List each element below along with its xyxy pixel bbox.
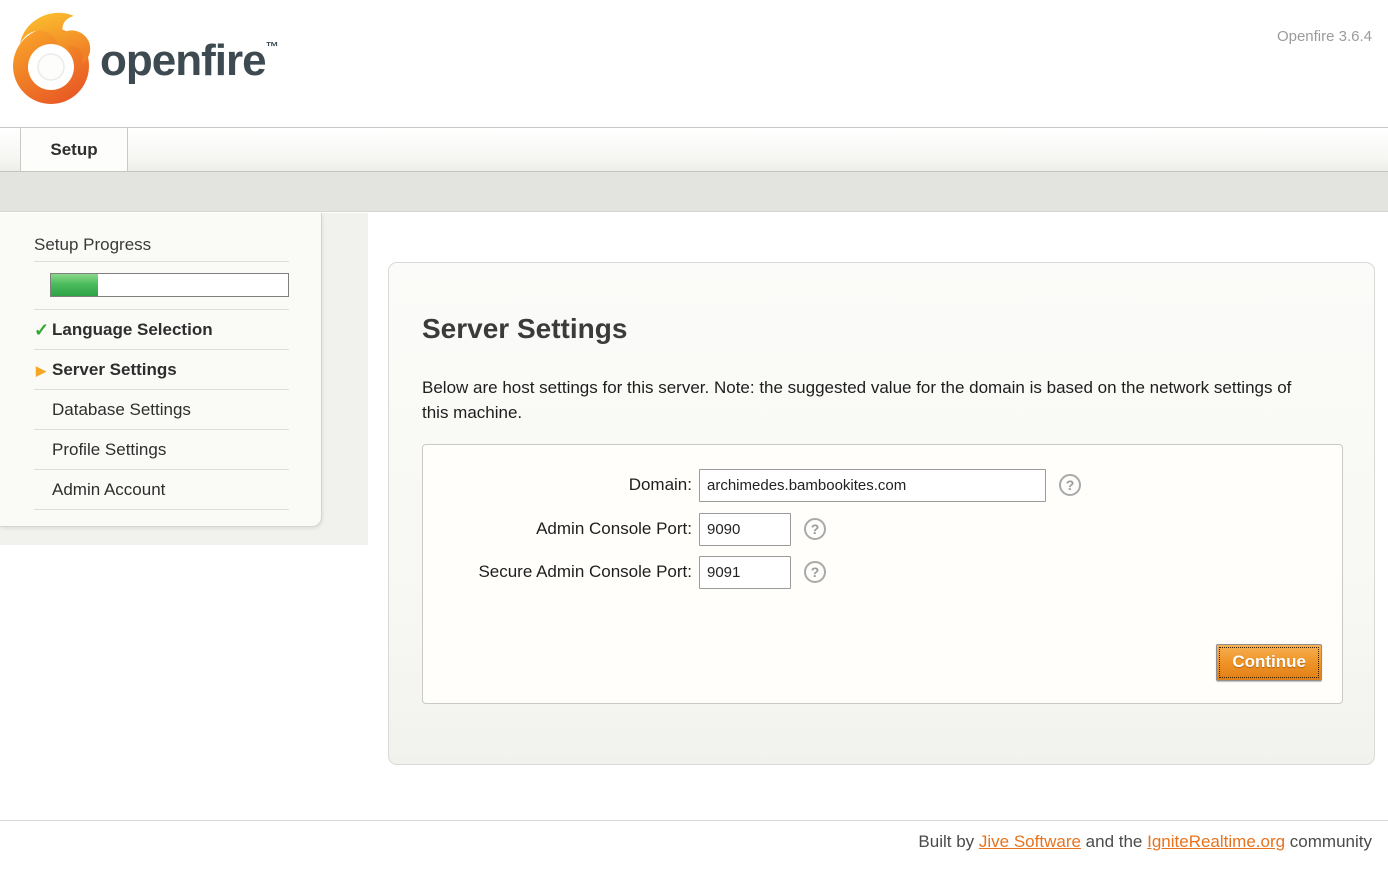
setup-steps-list: ✓ Language Selection ▶ Server Settings D… bbox=[34, 309, 289, 510]
checkmark-icon: ✓ bbox=[34, 310, 49, 350]
secure-admin-console-port-label: Secure Admin Console Port: bbox=[423, 562, 699, 582]
sidebar-item-database-settings[interactable]: Database Settings bbox=[34, 390, 289, 430]
footer-divider bbox=[0, 820, 1388, 821]
setup-progress-bar bbox=[50, 273, 289, 297]
secure-admin-console-port-input[interactable] bbox=[699, 556, 791, 589]
sidebar-item-label: Profile Settings bbox=[52, 440, 166, 459]
setup-progress-title: Setup Progress bbox=[34, 235, 289, 262]
footer-middle: and the bbox=[1081, 832, 1147, 851]
footer-credit: Built by Jive Software and the IgniteRea… bbox=[918, 832, 1372, 852]
openfire-setup-page: openfire™ Openfire 3.6.4 Setup Setup Pro… bbox=[0, 0, 1388, 876]
setup-progress-sidebar: Setup Progress ✓ Language Selection ▶ Se… bbox=[0, 213, 322, 527]
domain-help-icon[interactable]: ? bbox=[1059, 474, 1081, 496]
sidebar-item-label: Admin Account bbox=[52, 480, 165, 499]
sidebar-item-label: Database Settings bbox=[52, 400, 191, 419]
openfire-flame-logo-icon bbox=[8, 4, 100, 106]
tab-setup[interactable]: Setup bbox=[20, 128, 128, 171]
form-row-admin-console-port: Admin Console Port: ? bbox=[423, 511, 1342, 547]
continue-button-label: Continue bbox=[1219, 647, 1319, 678]
secure-admin-console-port-help-icon[interactable]: ? bbox=[804, 561, 826, 583]
admin-console-port-label: Admin Console Port: bbox=[423, 519, 699, 539]
domain-label: Domain: bbox=[423, 475, 699, 495]
sidebar-item-label: Server Settings bbox=[52, 360, 177, 379]
igniterealtime-link[interactable]: IgniteRealtime.org bbox=[1147, 832, 1285, 851]
sidebar-item-language-selection[interactable]: ✓ Language Selection bbox=[34, 310, 289, 350]
admin-console-port-help-icon[interactable]: ? bbox=[804, 518, 826, 540]
sidebar-item-label: Language Selection bbox=[52, 320, 213, 339]
tab-bar: Setup bbox=[0, 127, 1388, 171]
progress-fill bbox=[51, 274, 98, 296]
form-row-secure-admin-console-port: Secure Admin Console Port: ? bbox=[423, 554, 1342, 590]
domain-input[interactable] bbox=[699, 469, 1046, 502]
server-settings-form: Domain: ? Admin Console Port: ? Secure A… bbox=[422, 444, 1343, 704]
header: openfire™ Openfire 3.6.4 bbox=[0, 0, 1388, 127]
continue-button[interactable]: Continue bbox=[1216, 644, 1322, 681]
jive-software-link[interactable]: Jive Software bbox=[979, 832, 1081, 851]
openfire-wordmark: openfire™ bbox=[100, 36, 279, 86]
page-title: Server Settings bbox=[422, 313, 627, 345]
trademark-symbol: ™ bbox=[266, 39, 279, 54]
version-label: Openfire 3.6.4 bbox=[1277, 28, 1372, 45]
sidebar-item-profile-settings[interactable]: Profile Settings bbox=[34, 430, 289, 470]
page-description: Below are host settings for this server.… bbox=[422, 375, 1294, 425]
footer-suffix: community bbox=[1285, 832, 1372, 851]
footer-prefix: Built by bbox=[918, 832, 978, 851]
form-row-domain: Domain: ? bbox=[423, 467, 1342, 503]
main-content-panel: Server Settings Below are host settings … bbox=[388, 262, 1375, 765]
sidebar-item-admin-account[interactable]: Admin Account bbox=[34, 470, 289, 510]
current-step-arrow-icon: ▶ bbox=[36, 351, 46, 391]
subnav-bar bbox=[0, 171, 1388, 212]
sidebar-item-server-settings[interactable]: ▶ Server Settings bbox=[34, 350, 289, 390]
admin-console-port-input[interactable] bbox=[699, 513, 791, 546]
